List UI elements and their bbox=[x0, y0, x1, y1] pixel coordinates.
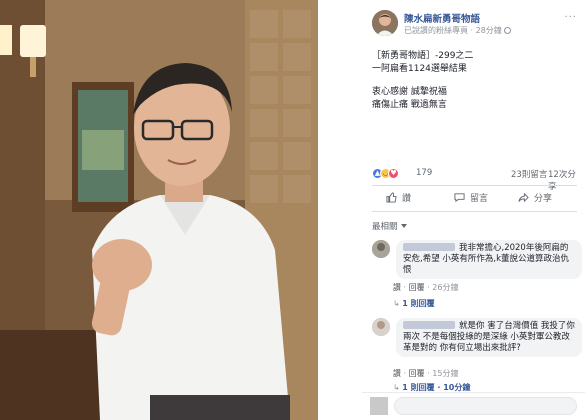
comment-bubble: 就是你 害了台灣價值 我投了你兩次 不是每個投綠的是深綠 小英對軍公教改革是對的… bbox=[396, 318, 582, 357]
reply-arrow-icon: ↳ bbox=[393, 299, 403, 308]
post-photo[interactable] bbox=[0, 0, 318, 420]
comment-reply-link[interactable]: 回覆 bbox=[409, 283, 425, 292]
write-comment-bar bbox=[362, 392, 585, 420]
more-options-button[interactable]: ··· bbox=[564, 12, 577, 23]
post-meta: 已說讚的粉絲專頁 · 28分鐘 bbox=[404, 25, 511, 36]
comment-like-link[interactable]: 讚 bbox=[393, 369, 401, 378]
reactions-bar: ▲ ◡ ♥ 179 23則留言 12次分享 bbox=[372, 167, 577, 192]
commenter-avatar[interactable] bbox=[372, 240, 390, 258]
sort-label: 最相關 bbox=[372, 222, 398, 232]
share-arrow-icon bbox=[518, 192, 529, 203]
post-header: 陳水扁新勇哥物語 已說讚的粉絲專頁 · 28分鐘 ··· bbox=[362, 10, 585, 40]
love-reaction-icon: ♥ bbox=[388, 168, 399, 179]
reaction-count[interactable]: 179 bbox=[416, 168, 432, 178]
comment-count[interactable]: 23則留言 bbox=[511, 168, 547, 180]
current-user-avatar bbox=[370, 397, 388, 415]
divider bbox=[372, 211, 577, 212]
post-line-2: 一阿扁看1124選舉結果 bbox=[372, 63, 467, 74]
commenter-avatar[interactable] bbox=[372, 318, 390, 336]
page-name-link[interactable]: 陳水扁新勇哥物語 bbox=[404, 11, 480, 25]
post-line-3: 衷心感謝 誠摯祝福 bbox=[372, 87, 447, 97]
view-replies-label: 1 則回覆 bbox=[402, 299, 435, 308]
share-button[interactable]: 分享 bbox=[518, 192, 552, 206]
comment-meta: 讚 · 回覆 · 26分鐘 bbox=[393, 283, 459, 292]
chevron-down-icon bbox=[400, 224, 407, 228]
divider bbox=[372, 185, 577, 186]
reaction-icons[interactable]: ▲ ◡ ♥ bbox=[372, 168, 399, 179]
share-label: 分享 bbox=[534, 194, 553, 204]
like-label: 讚 bbox=[402, 194, 412, 204]
comment-reply-link[interactable]: 回覆 bbox=[409, 369, 425, 378]
comment-like-link[interactable]: 讚 bbox=[393, 283, 401, 292]
reply-arrow-icon: ↳ bbox=[393, 383, 403, 392]
post-meta-text: 已說讚的粉絲專頁 · 28分鐘 bbox=[404, 26, 502, 35]
commenter-name-redacted[interactable] bbox=[403, 243, 455, 251]
man-in-white-polo-photo bbox=[0, 0, 318, 420]
write-comment-input[interactable] bbox=[394, 397, 577, 415]
comment-time: 26分鐘 bbox=[432, 283, 459, 292]
post-line-1: ［新勇哥物語］-299之二 bbox=[372, 51, 474, 61]
comment-meta: 讚 · 回覆 · 15分鐘 bbox=[393, 369, 459, 378]
view-replies-link[interactable]: ↳ 1 則回覆 bbox=[393, 298, 435, 309]
thumbs-up-icon bbox=[386, 192, 397, 203]
comment-button[interactable]: 留言 bbox=[454, 192, 488, 206]
page-avatar[interactable] bbox=[372, 10, 398, 36]
post-body: ［新勇哥物語］-299之二 一阿扁看1124選舉結果 衷心感謝 誠摯祝福 痛傷止… bbox=[372, 50, 577, 111]
like-button[interactable]: 讚 bbox=[386, 192, 411, 206]
view-replies-label: 1 則回覆 · 10分鐘 bbox=[402, 383, 471, 392]
action-bar: 讚 留言 分享 bbox=[372, 189, 577, 209]
commenter-name-redacted[interactable] bbox=[403, 321, 455, 329]
globe-icon bbox=[503, 27, 511, 34]
speech-bubble-icon bbox=[454, 193, 465, 203]
comment-bubble: 我非常擔心,2020年後阿扁的安危,希望 小英有所作為,k董說公道算政治仇恨 bbox=[396, 240, 582, 279]
post-panel: 陳水扁新勇哥物語 已說讚的粉絲專頁 · 28分鐘 ··· ［新勇哥物語］-299… bbox=[362, 0, 585, 420]
post-line-4: 痛傷止痛 戰過無言 bbox=[372, 99, 447, 110]
comment-sort-dropdown[interactable]: 最相關 bbox=[372, 220, 407, 232]
comment-time: 15分鐘 bbox=[432, 369, 459, 378]
comment-label: 留言 bbox=[470, 194, 489, 204]
